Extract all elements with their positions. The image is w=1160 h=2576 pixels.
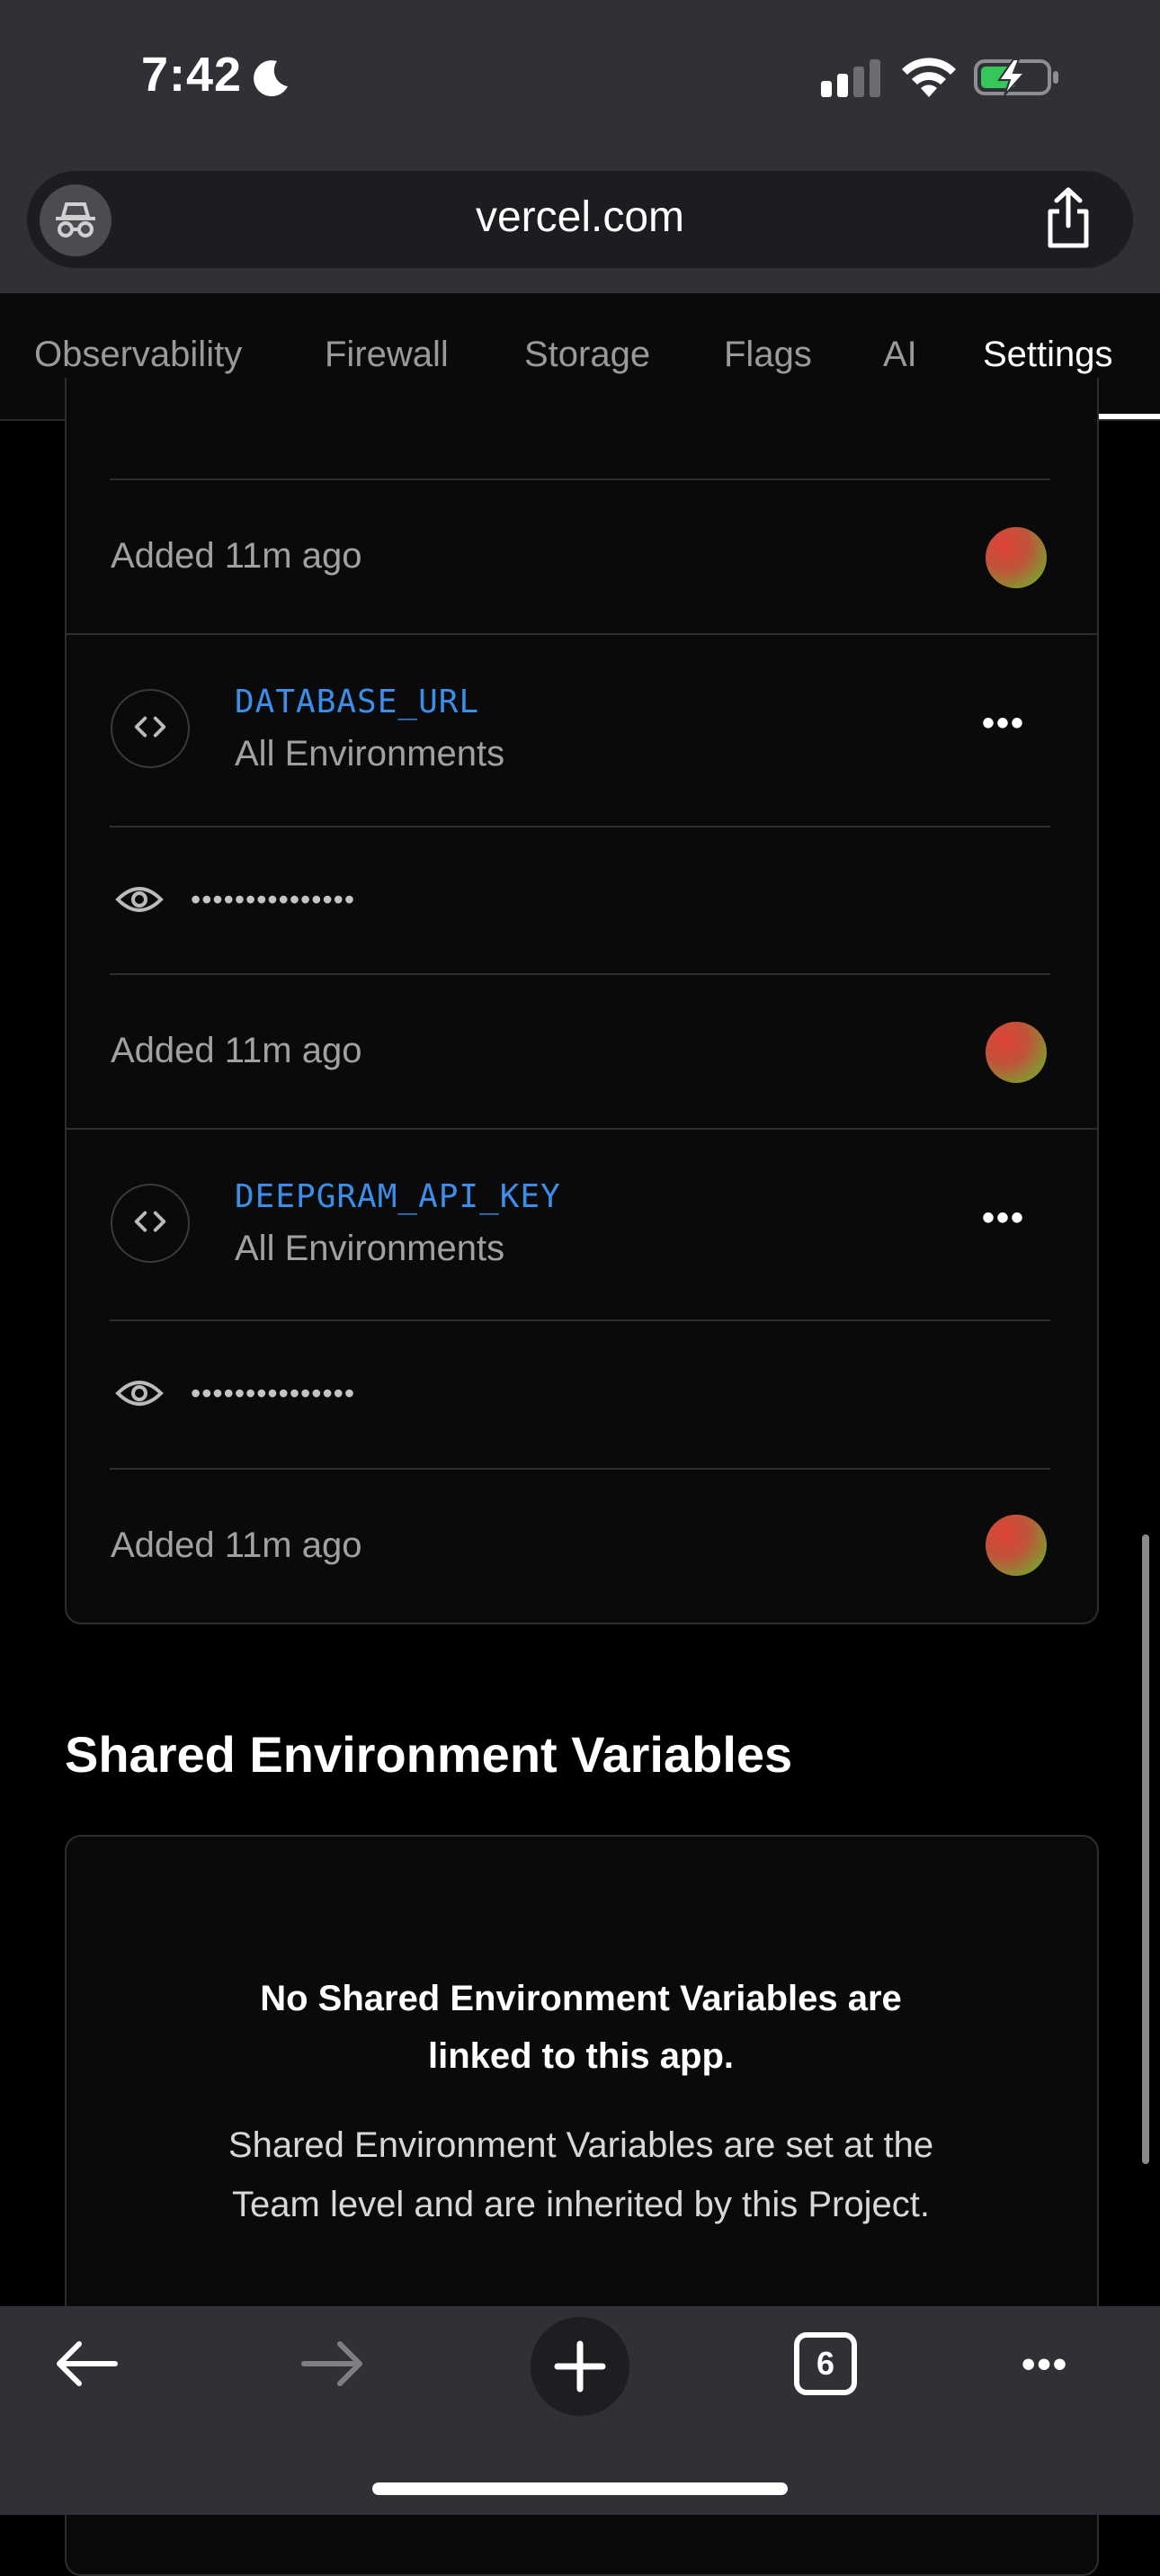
code-icon — [134, 716, 166, 738]
plus-icon — [554, 2340, 606, 2393]
tabs-button[interactable]: 6 — [794, 2332, 857, 2395]
url-text[interactable]: vercel.com — [0, 192, 1160, 242]
wifi-icon — [902, 58, 956, 97]
env-var-environments: All Environments — [235, 1229, 505, 1268]
divider — [110, 479, 1050, 480]
avatar[interactable] — [986, 1515, 1047, 1576]
scrollbar[interactable] — [1142, 1534, 1149, 2164]
tab-flags[interactable]: Flags — [724, 335, 812, 375]
masked-value: ••••••••••••••• — [191, 1377, 356, 1409]
cellular-signal-icon — [821, 59, 880, 97]
avatar[interactable] — [986, 1022, 1047, 1083]
empty-state-title: No Shared Environment Variables are link… — [260, 1979, 902, 2076]
home-indicator — [372, 2482, 788, 2495]
env-var-name[interactable]: DATABASE_URL — [235, 684, 479, 720]
env-var-item-icon — [111, 689, 190, 768]
masked-value: ••••••••••••••• — [191, 883, 356, 916]
tab-observability[interactable]: Observability — [34, 335, 242, 375]
tab-storage[interactable]: Storage — [524, 335, 650, 375]
moon-icon — [254, 60, 288, 97]
divider — [110, 1468, 1050, 1470]
row-separator — [65, 633, 1097, 635]
tab-settings[interactable]: Settings — [983, 335, 1113, 375]
divider — [110, 826, 1050, 827]
forward-arrow-icon[interactable] — [297, 2335, 369, 2393]
more-options-button[interactable]: ••• — [982, 1198, 1025, 1239]
eye-icon[interactable] — [115, 1377, 164, 1409]
back-arrow-icon[interactable] — [50, 2335, 122, 2393]
env-var-name[interactable]: DEEPGRAM_API_KEY — [235, 1178, 561, 1215]
empty-state-description: Shared Environment Variables are set at … — [228, 2125, 934, 2224]
added-time: Added 11m ago — [111, 536, 362, 576]
avatar[interactable] — [986, 527, 1047, 588]
code-icon — [134, 1211, 166, 1232]
row-separator — [65, 1128, 1097, 1130]
env-var-environments: All Environments — [235, 734, 505, 774]
env-var-item-icon — [111, 1184, 190, 1263]
status-time: 7:42 — [141, 48, 243, 102]
added-time: Added 11m ago — [111, 1525, 362, 1565]
section-title: Shared Environment Variables — [65, 1726, 793, 1783]
tab-firewall[interactable]: Firewall — [325, 335, 449, 375]
share-icon[interactable] — [1041, 186, 1095, 251]
tab-ai[interactable]: AI — [883, 335, 917, 375]
eye-icon[interactable] — [115, 883, 164, 916]
more-options-button[interactable]: ••• — [982, 703, 1025, 744]
new-tab-button[interactable] — [531, 2317, 629, 2416]
divider — [110, 973, 1050, 975]
more-menu-button[interactable]: ••• — [1022, 2342, 1068, 2387]
battery-charging-icon — [974, 58, 1058, 96]
divider — [110, 1319, 1050, 1321]
added-time: Added 11m ago — [111, 1031, 362, 1070]
